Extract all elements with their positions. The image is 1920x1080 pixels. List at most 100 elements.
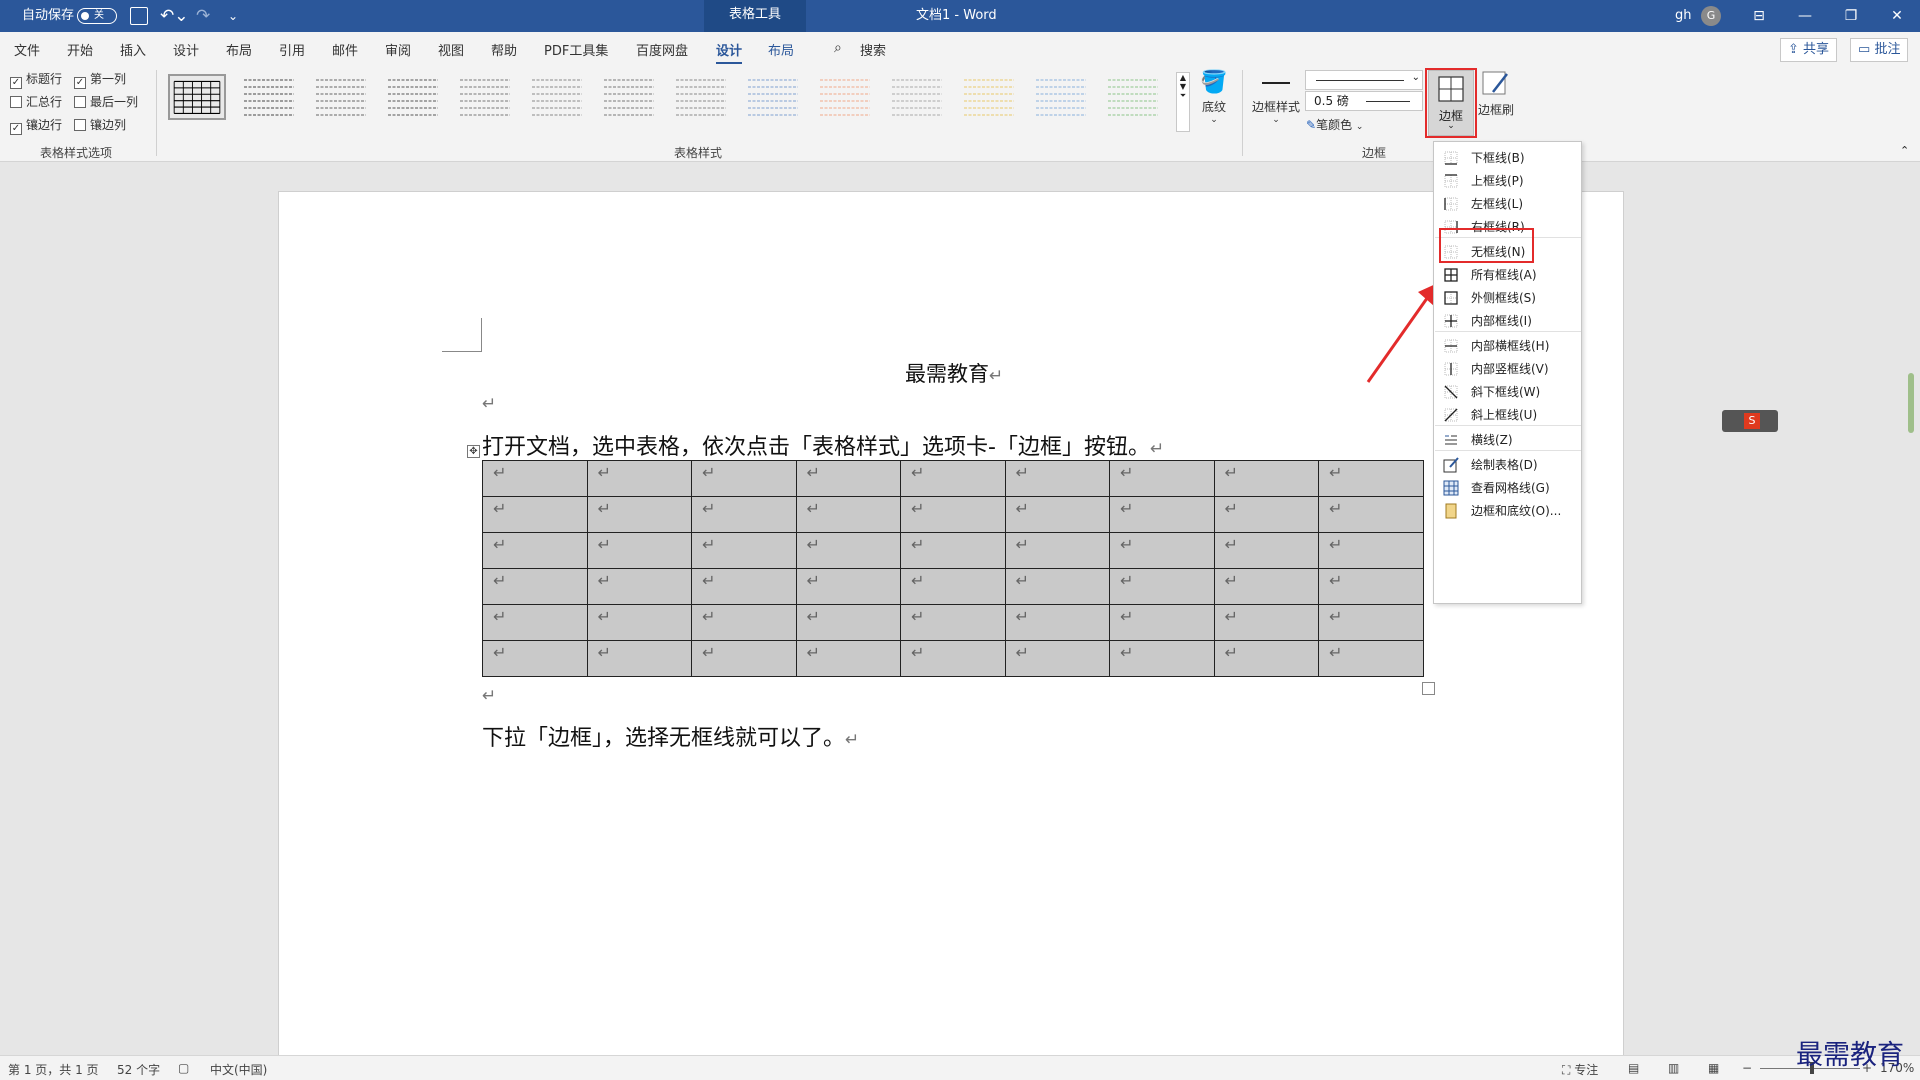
menu-item-borders-and-shading[interactable]: 边框和底纹(O)... xyxy=(1434,499,1581,523)
minimize-icon[interactable]: — xyxy=(1782,0,1828,32)
table-cell[interactable]: ↵ xyxy=(900,496,1006,533)
tab-file[interactable]: 文件 xyxy=(14,40,40,59)
document-title-text[interactable]: 最需教育↵ xyxy=(905,358,1003,388)
header-row-checkbox[interactable]: ✓ 标题行 xyxy=(10,70,62,89)
shading-button[interactable]: 🪣 底纹 ⌄ xyxy=(1196,70,1232,125)
last-column-checkbox[interactable]: 最后一列 xyxy=(74,93,138,110)
table-cell[interactable]: ↵ xyxy=(795,496,901,533)
tab-help[interactable]: 帮助 xyxy=(491,40,517,59)
focus-mode-button[interactable]: ⛶ 专注 xyxy=(1562,1061,1598,1078)
table-move-handle-icon[interactable]: ✥ xyxy=(467,445,480,458)
table-cell[interactable]: ↵ xyxy=(900,568,1006,605)
table-cell[interactable]: ↵ xyxy=(691,640,797,677)
table-cell[interactable]: ↵ xyxy=(1213,604,1319,641)
paragraph-2[interactable]: 下拉「边框」，选择无框线就可以了。↵ xyxy=(482,720,859,752)
page-count[interactable]: 第 1 页，共 1 页 xyxy=(8,1061,99,1078)
table-cell[interactable]: ↵ xyxy=(482,568,588,605)
table-cell[interactable]: ↵ xyxy=(586,496,692,533)
table-cell[interactable]: ↵ xyxy=(1318,604,1424,641)
table-cell[interactable]: ↵ xyxy=(1213,568,1319,605)
table-cell[interactable]: ↵ xyxy=(1004,640,1110,677)
table-cell[interactable]: ↵ xyxy=(1318,640,1424,677)
table-cell[interactable]: ↵ xyxy=(586,460,692,497)
tab-view[interactable]: 视图 xyxy=(438,40,464,59)
table-style-thumbnail[interactable] xyxy=(456,74,514,120)
vertical-scrollbar[interactable] xyxy=(1908,373,1914,433)
table-cell[interactable]: ↵ xyxy=(691,460,797,497)
table-cell[interactable]: ↵ xyxy=(795,604,901,641)
tab-design[interactable]: 设计 xyxy=(173,40,199,59)
table-cell[interactable]: ↵ xyxy=(691,604,797,641)
table-cell[interactable]: ↵ xyxy=(691,532,797,569)
tab-insert[interactable]: 插入 xyxy=(120,40,146,59)
language[interactable]: 中文(中国) xyxy=(210,1061,267,1078)
zoom-out-icon[interactable]: − xyxy=(1742,1061,1752,1075)
table-cell[interactable]: ↵ xyxy=(586,568,692,605)
print-layout-icon[interactable]: ▥ xyxy=(1668,1061,1679,1075)
tab-home[interactable]: 开始 xyxy=(67,40,93,59)
table-cell[interactable]: ↵ xyxy=(1004,460,1110,497)
table-cell[interactable]: ↵ xyxy=(1213,460,1319,497)
table-cell[interactable]: ↵ xyxy=(1004,496,1110,533)
table-cell[interactable]: ↵ xyxy=(691,496,797,533)
collapse-ribbon-icon[interactable]: ⌃ xyxy=(1900,144,1909,157)
gallery-up-icon[interactable]: ▲ xyxy=(1177,73,1189,82)
user-name[interactable]: gh xyxy=(1675,0,1692,32)
table-cell[interactable]: ↵ xyxy=(1109,460,1215,497)
gallery-more-icon[interactable]: ⏷ xyxy=(1177,91,1189,101)
table-style-thumbnail[interactable] xyxy=(600,74,658,120)
table-style-thumbnail[interactable] xyxy=(1104,74,1162,120)
table-cell[interactable]: ↵ xyxy=(586,604,692,641)
save-icon[interactable] xyxy=(130,7,148,25)
table-cell[interactable]: ↵ xyxy=(795,640,901,677)
table-style-thumbnail[interactable] xyxy=(528,74,586,120)
search-icon[interactable]: ⌕ xyxy=(834,40,842,56)
ime-toolbar[interactable]: S xyxy=(1722,410,1778,432)
table-cell[interactable]: ↵ xyxy=(1109,496,1215,533)
menu-item-top-border[interactable]: 上框线(P) xyxy=(1434,169,1581,193)
ribbon-display-icon[interactable]: ⊟ xyxy=(1736,0,1782,32)
table-cell[interactable]: ↵ xyxy=(795,460,901,497)
menu-item-horizontal-line[interactable]: 横线(Z) xyxy=(1434,428,1581,452)
tab-mailings[interactable]: 邮件 xyxy=(332,40,358,59)
table-cell[interactable]: ↵ xyxy=(691,568,797,605)
read-mode-icon[interactable]: ▤ xyxy=(1628,1061,1639,1075)
table-style-thumbnail[interactable] xyxy=(960,74,1018,120)
menu-item-inside-borders[interactable]: 内部框线(I) xyxy=(1434,309,1581,333)
table-cell[interactable]: ↵ xyxy=(586,640,692,677)
table-cell[interactable]: ↵ xyxy=(1213,640,1319,677)
table-cell[interactable]: ↵ xyxy=(1109,568,1215,605)
table-cell[interactable]: ↵ xyxy=(900,640,1006,677)
table-cell[interactable]: ↵ xyxy=(1318,496,1424,533)
menu-item-diagonal-down-border[interactable]: 斜下框线(W) xyxy=(1434,380,1581,404)
menu-item-left-border[interactable]: 左框线(L) xyxy=(1434,192,1581,216)
document-table[interactable]: ↵ ↵ ↵ ↵ ↵ ↵ ↵ ↵ ↵ ↵ ↵ ↵ ↵ ↵ ↵ ↵ ↵ ↵ ↵ ↵ ↵ ↵ ↵ ↵ ↵ ↵ ↵ ↵ ↵ ↵ ↵ ↵ ↵ ↵ ↵ ↵ ↵ ↵ ↵ ↵… xyxy=(482,460,1424,677)
banded-columns-checkbox[interactable]: 镶边列 xyxy=(74,116,126,133)
share-button[interactable]: ⇪ 共享 xyxy=(1780,38,1838,62)
close-icon[interactable]: ✕ xyxy=(1874,0,1920,32)
word-count[interactable]: 52 个字 xyxy=(117,1061,160,1078)
line-style-select[interactable]: ⌄ xyxy=(1305,70,1423,90)
banded-rows-checkbox[interactable]: ✓ 镶边行 xyxy=(10,116,62,135)
table-cell[interactable]: ↵ xyxy=(1213,496,1319,533)
menu-item-draw-table[interactable]: 绘制表格(D) xyxy=(1434,453,1581,477)
table-cell[interactable]: ↵ xyxy=(482,496,588,533)
menu-item-inside-horizontal-border[interactable]: 内部横框线(H) xyxy=(1434,334,1581,358)
table-cell[interactable]: ↵ xyxy=(900,604,1006,641)
table-style-thumbnail[interactable] xyxy=(1032,74,1090,120)
tab-pdf-tools[interactable]: PDF工具集 xyxy=(544,40,608,59)
border-painter-button[interactable]: 边框刷 xyxy=(1476,70,1516,118)
table-cell[interactable]: ↵ xyxy=(482,604,588,641)
tab-layout[interactable]: 布局 xyxy=(226,40,252,59)
menu-item-view-gridlines[interactable]: 查看网格线(G) xyxy=(1434,476,1581,500)
avatar[interactable]: G xyxy=(1701,6,1721,26)
table-cell[interactable]: ↵ xyxy=(1004,568,1110,605)
table-cell[interactable]: ↵ xyxy=(795,568,901,605)
pen-weight-select[interactable]: 0.5 磅 xyxy=(1305,91,1423,111)
table-cell[interactable]: ↵ xyxy=(482,532,588,569)
restore-icon[interactable]: ❐ xyxy=(1828,0,1874,32)
first-column-checkbox[interactable]: ✓ 第一列 xyxy=(74,70,126,89)
table-style-thumbnail[interactable] xyxy=(672,74,730,120)
tab-baidu-netdisk[interactable]: 百度网盘 xyxy=(636,40,688,59)
table-cell[interactable]: ↵ xyxy=(1109,532,1215,569)
